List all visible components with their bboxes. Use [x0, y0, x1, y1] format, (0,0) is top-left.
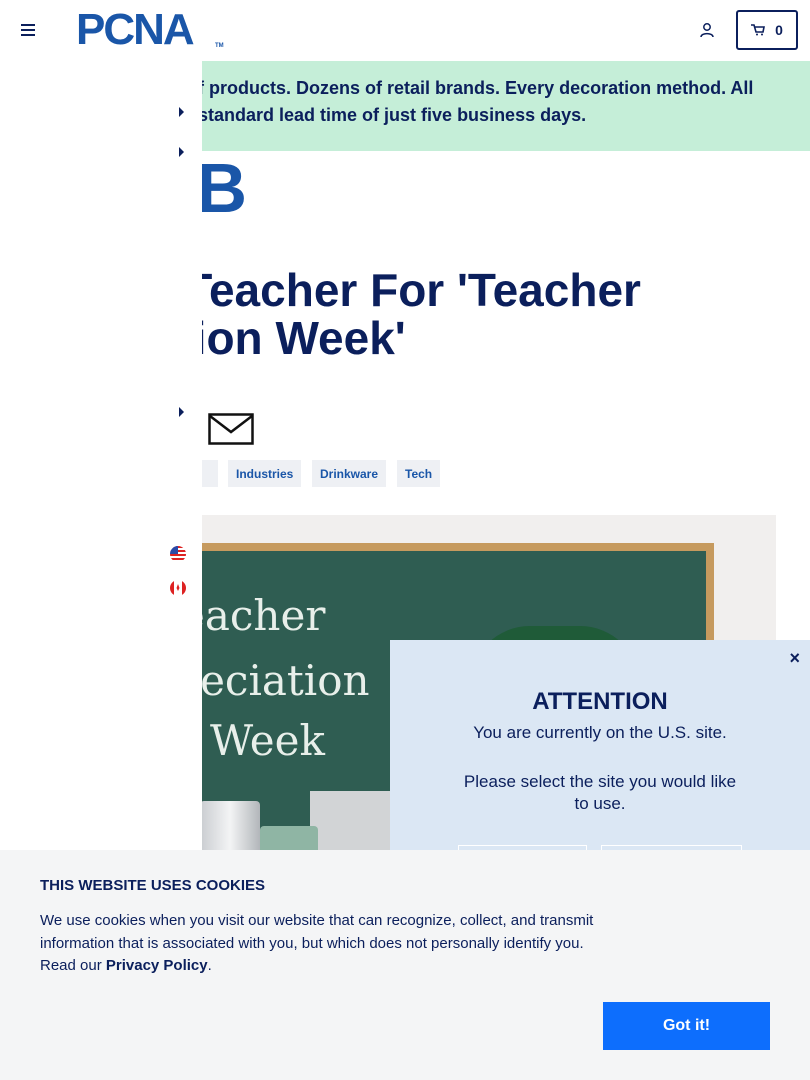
pcna-logo[interactable]: PCNA [76, 8, 195, 52]
tag-drinkware[interactable]: Drinkware [312, 460, 387, 487]
cookie-banner: THIS WEBSITE USES COOKIES We use cookies… [0, 850, 810, 1080]
article-title: A Teacher For 'Teacher iation Week' [140, 266, 810, 362]
caret-right-icon[interactable] [179, 107, 184, 117]
canada-flag-icon[interactable] [170, 580, 186, 596]
close-icon[interactable]: × [789, 648, 800, 669]
tag-industries[interactable]: Industries [228, 460, 302, 487]
cart-icon [751, 24, 766, 36]
article-title-line-2: iation Week' [140, 312, 406, 364]
logo-trademark: TM [215, 43, 224, 49]
banner-line-2: ...th a standard lead time of just five … [202, 105, 587, 125]
accept-cookies-button[interactable]: Got it! [603, 1002, 770, 1050]
tag-tech[interactable]: Tech [397, 460, 441, 487]
modal-message: You are currently on the U.S. site. [473, 723, 727, 742]
banner-line-1: ...ds of products. Dozens of retail bran… [202, 78, 754, 98]
privacy-policy-link[interactable]: Privacy Policy [106, 957, 208, 974]
banner-text: ...ds of products. Dozens of retail bran… [202, 75, 786, 129]
chalk-text-2: reciation [202, 656, 370, 705]
cookie-title: THIS WEBSITE USES COOKIES [40, 877, 266, 894]
mail-icon[interactable] [208, 413, 254, 445]
promo-banner: ...ds of products. Dozens of retail bran… [202, 61, 810, 151]
cookie-period: . [207, 957, 212, 974]
tumbler-product [202, 801, 260, 855]
side-nav-panel [0, 61, 202, 851]
modal-prompt: Please select the site you would like to… [463, 772, 737, 813]
article-title-line-1: A Teacher For 'Teacher [140, 264, 641, 316]
site-select-modal: × ATTENTION You are currently on the U.S… [390, 640, 810, 875]
cookie-text: We use cookies when you visit our websit… [40, 910, 610, 978]
page: PCNA TM 0 ...ds of products. Dozens of r… [0, 0, 810, 1080]
caret-right-icon[interactable] [179, 147, 184, 157]
caret-right-icon[interactable] [179, 407, 184, 417]
chalk-text-1: eacher [202, 591, 326, 640]
cart-count: 0 [775, 22, 783, 38]
cart-button[interactable]: 0 [736, 10, 798, 50]
hamburger-icon[interactable] [21, 24, 35, 36]
site-header: PCNA TM 0 [0, 0, 810, 61]
user-icon[interactable] [699, 22, 715, 38]
us-flag-icon[interactable] [170, 546, 186, 562]
chalk-text-3: Week [210, 716, 325, 765]
modal-title: ATTENTION [532, 688, 668, 715]
